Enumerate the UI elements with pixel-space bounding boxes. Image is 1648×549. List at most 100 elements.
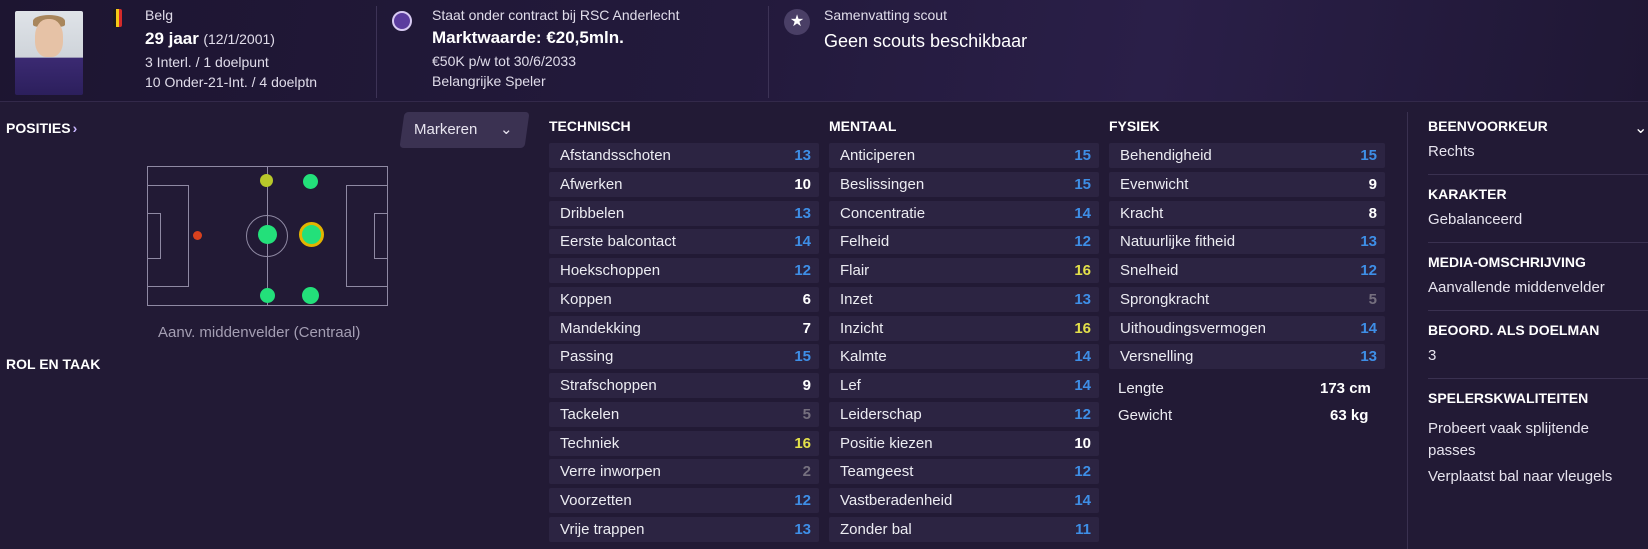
attribute-value: 12 (1360, 262, 1377, 279)
attribute-value: 15 (1074, 175, 1091, 193)
attribute-value: 13 (1074, 290, 1091, 308)
attribute-row[interactable]: Zonder bal 11 (829, 516, 1099, 542)
attribute-value: 14 (1074, 377, 1091, 394)
attribute-label: Uithoudingsvermogen (1120, 319, 1266, 337)
attribute-row[interactable]: Eerste balcontact 14 (549, 229, 819, 255)
attribute-row[interactable]: Leiderschap 12 (829, 401, 1099, 427)
attribute-label: Voorzetten (560, 492, 632, 509)
position-dot-amr[interactable] (260, 288, 275, 303)
attribute-row[interactable]: Dribbelen 13 (549, 200, 819, 226)
preferred-foot-value: Rechts (1428, 143, 1475, 160)
attribute-row[interactable]: Kracht 8 (1109, 200, 1385, 226)
attribute-label: Kracht (1120, 204, 1164, 222)
attribute-row[interactable]: Felheid 12 (829, 229, 1099, 255)
attribute-value: 13 (794, 147, 811, 164)
attribute-value: 2 (802, 463, 811, 481)
attribute-value: 12 (1074, 405, 1091, 423)
player-trait[interactable]: Probeert vaak splijtende (1428, 420, 1589, 437)
attribute-value: 9 (802, 377, 811, 394)
attribute-row[interactable]: Koppen 6 (549, 286, 819, 312)
attribute-row[interactable]: Uithoudingsvermogen 14 (1109, 315, 1385, 341)
attribute-value: 10 (1074, 434, 1091, 452)
attribute-label: Versnelling (1120, 348, 1194, 366)
attribute-row[interactable]: Concentratie 14 (829, 200, 1099, 226)
attribute-row[interactable]: Sprongkracht 5 (1109, 286, 1385, 312)
attribute-label: Inzicht (840, 319, 884, 337)
attribute-value: 14 (794, 233, 811, 251)
technical-title: TECHNISCH (549, 118, 631, 134)
physical-title: FYSIEK (1109, 118, 1160, 134)
nationality[interactable]: Belg (145, 7, 173, 23)
attribute-row[interactable]: Passing 15 (549, 344, 819, 370)
attribute-value: 10 (794, 175, 811, 193)
attribute-value: 13 (1360, 233, 1377, 251)
player-trait[interactable]: Verplaatst bal naar vleugels (1428, 468, 1612, 485)
position-dot-amc[interactable] (258, 225, 277, 244)
attribute-value: 14 (1360, 319, 1377, 337)
attribute-value: 16 (1074, 262, 1091, 279)
attribute-row[interactable]: Kalmte 14 (829, 344, 1099, 370)
position-dot-stl[interactable] (303, 174, 318, 189)
attribute-row[interactable]: Flair 16 (829, 258, 1099, 283)
attribute-row[interactable]: Beslissingen 15 (829, 171, 1099, 197)
player-photo[interactable] (15, 11, 83, 95)
attribute-row[interactable]: Hoekschoppen 12 (549, 258, 819, 283)
attribute-row[interactable]: Inzet 13 (829, 286, 1099, 312)
club-badge-icon[interactable] (392, 11, 412, 31)
attribute-row[interactable]: Versnelling 13 (1109, 344, 1385, 370)
attribute-row[interactable]: Afstandsschoten 13 (549, 143, 819, 168)
weight-value: 63 kg (1330, 407, 1369, 424)
attribute-row[interactable]: Natuurlijke fitheid 13 (1109, 229, 1385, 255)
player-trait[interactable]: passes (1428, 442, 1476, 459)
role-duty-title[interactable]: ROL EN TAAK (6, 356, 100, 372)
attribute-label: Tackelen (560, 405, 620, 423)
attribute-label: Vastberadenheid (840, 492, 953, 509)
attribute-value: 12 (1074, 233, 1091, 251)
attribute-value: 12 (1074, 463, 1091, 481)
attribute-label: Passing (560, 348, 614, 366)
contract-club[interactable]: Staat onder contract bij RSC Anderlecht (432, 7, 679, 23)
attribute-row[interactable]: Lef 14 (829, 373, 1099, 398)
position-dot-aml[interactable] (260, 174, 273, 187)
character-value: Gebalanceerd (1428, 211, 1523, 228)
attribute-label: Eerste balcontact (560, 233, 676, 251)
chevron-down-icon[interactable]: ⌄ (1634, 118, 1647, 138)
attribute-label: Verre inworpen (560, 463, 661, 481)
attribute-label: Afwerken (560, 175, 623, 193)
attribute-row[interactable]: Vastberadenheid 14 (829, 488, 1099, 513)
attribute-label: Concentratie (840, 204, 926, 222)
scout-summary-title: Samenvatting scout (824, 7, 947, 23)
attribute-row[interactable]: Tackelen 5 (549, 401, 819, 427)
attribute-row[interactable]: Snelheid 12 (1109, 258, 1385, 283)
attribute-label: Felheid (840, 233, 890, 251)
preferred-foot-title: BEENVOORKEUR (1428, 118, 1548, 134)
attribute-row[interactable]: Behendigheid 15 (1109, 143, 1385, 168)
attribute-row[interactable]: Strafschoppen 9 (549, 373, 819, 398)
position-dot-dm[interactable] (193, 231, 202, 240)
attribute-row[interactable]: Vrije trappen 13 (549, 516, 819, 542)
attribute-row[interactable]: Afwerken 10 (549, 171, 819, 197)
position-dot-stc[interactable] (299, 222, 324, 247)
markeren-label: Markeren (414, 121, 478, 138)
header-divider (768, 6, 769, 98)
goalkeeper-rating-value: 3 (1428, 347, 1437, 364)
attribute-row[interactable]: Anticiperen 15 (829, 143, 1099, 168)
attribute-row[interactable]: Inzicht 16 (829, 315, 1099, 341)
markeren-button[interactable]: Markeren ⌄ (399, 112, 530, 148)
attribute-row[interactable]: Verre inworpen 2 (549, 459, 819, 485)
position-dot-str[interactable] (302, 287, 319, 304)
attribute-label: Flair (840, 262, 870, 279)
attribute-label: Vrije trappen (560, 520, 645, 538)
attribute-label: Lef (840, 377, 861, 394)
attribute-label: Zonder bal (840, 520, 912, 538)
attribute-label: Sprongkracht (1120, 290, 1210, 308)
positions-title[interactable]: POSITIES › (6, 120, 77, 136)
attribute-row[interactable]: Techniek 16 (549, 430, 819, 456)
attribute-label: Positie kiezen (840, 434, 933, 452)
attribute-row[interactable]: Voorzetten 12 (549, 488, 819, 513)
belgium-flag-icon (113, 9, 122, 27)
attribute-row[interactable]: Positie kiezen 10 (829, 430, 1099, 456)
attribute-row[interactable]: Evenwicht 9 (1109, 171, 1385, 197)
attribute-row[interactable]: Teamgeest 12 (829, 459, 1099, 485)
attribute-row[interactable]: Mandekking 7 (549, 315, 819, 341)
